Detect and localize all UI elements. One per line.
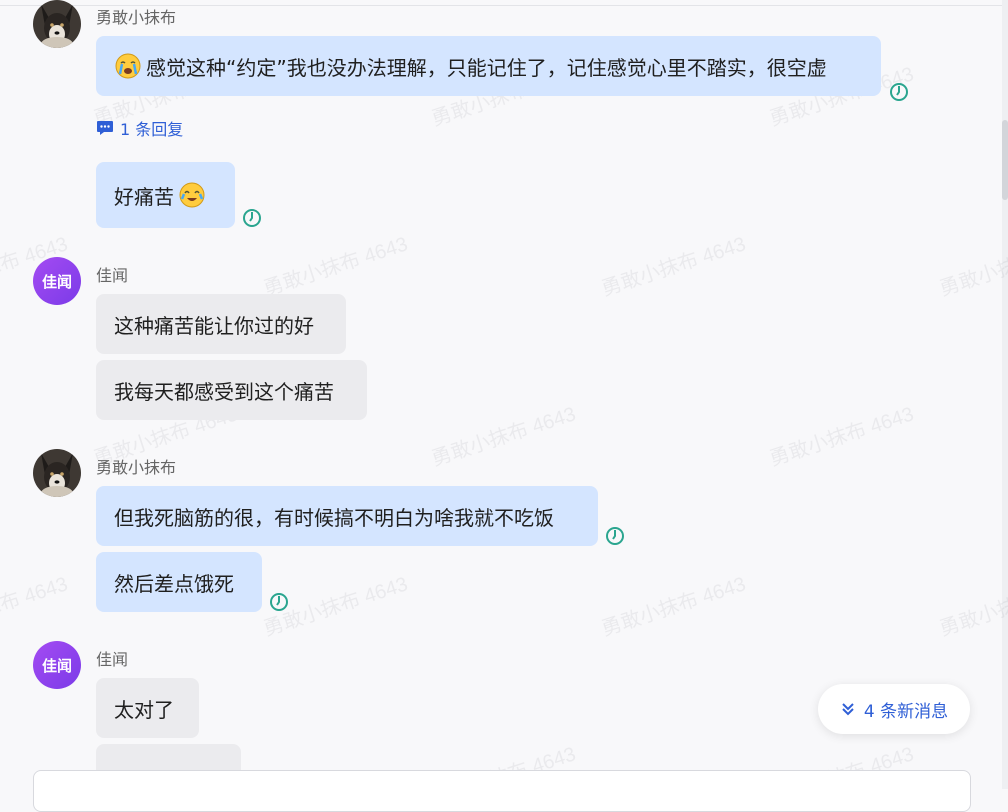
thread-reply-label: 1 条回复	[120, 120, 184, 139]
avatar[interactable]	[33, 449, 81, 497]
chat-bubble-icon	[97, 121, 113, 135]
watermark: 勇敢小抹布 4643	[261, 233, 411, 301]
watermark: 勇敢小抹布 4643	[767, 403, 917, 471]
double-chevron-down-icon	[842, 703, 854, 716]
sent-status-icon	[606, 527, 624, 545]
message-bubble[interactable]: 太对了	[96, 678, 199, 738]
avatar-label: 佳闻	[41, 272, 72, 291]
dog-avatar-icon	[33, 449, 81, 497]
new-messages-label: 4 条新消息	[863, 701, 949, 722]
message-bubble[interactable]: 感觉这种“约定”我也没办法理解，只能记住了，记住感觉心里不踏实，很空虚	[96, 36, 881, 96]
watermark: 勇敢小抹布 4643	[0, 573, 71, 641]
avatar[interactable]: 佳闻	[33, 257, 81, 305]
message-text: 感觉这种“约定”我也没办法理解，只能记住了，记住感觉心里不踏实，很空虚	[146, 55, 827, 80]
new-messages-button[interactable]: 4 条新消息	[818, 684, 970, 734]
thread-reply-link[interactable]: 1 条回复	[96, 117, 183, 139]
message-bubble[interactable]: 好痛苦	[96, 162, 235, 228]
sender-name: 佳闻	[96, 650, 129, 669]
avatar[interactable]: 佳闻	[33, 641, 81, 689]
message-text: 我每天都感受到这个痛苦	[114, 379, 334, 404]
message-composer[interactable]	[33, 770, 971, 812]
message-bubble[interactable]: 然后差点饿死	[96, 552, 262, 612]
dog-avatar-icon	[33, 0, 81, 48]
sender-name: 勇敢小抹布	[96, 8, 177, 27]
message-bubble[interactable]: 但我死脑筋的很，有时候搞不明白为啥我就不吃饭	[96, 486, 598, 546]
scrollbar-thumb[interactable]	[1002, 120, 1008, 200]
message-text: 但我死脑筋的很，有时候搞不明白为啥我就不吃饭	[114, 505, 554, 530]
watermark: 勇敢小抹布 4643	[937, 573, 1008, 641]
message-text: 好痛苦	[114, 184, 174, 209]
sent-status-icon	[890, 83, 908, 101]
avatar-label: 佳闻	[41, 656, 72, 675]
message-bubble[interactable]: 我每天都感受到这个痛苦	[96, 360, 367, 420]
watermark: 勇敢小抹布 4643	[937, 233, 1008, 301]
watermark: 勇敢小抹布 4643	[599, 233, 749, 301]
sent-status-icon	[243, 209, 261, 227]
avatar[interactable]	[33, 0, 81, 48]
crying-emoji-icon	[114, 52, 142, 80]
sender-name: 佳闻	[96, 266, 129, 285]
crying-laughing-emoji-icon	[178, 181, 206, 209]
watermark: 勇敢小抹布 4643	[599, 573, 749, 641]
sent-status-icon	[270, 593, 288, 611]
sender-name: 勇敢小抹布	[96, 458, 177, 477]
message-text: 然后差点饿死	[114, 571, 234, 596]
watermark: 勇敢小抹布 4643	[429, 403, 579, 471]
message-text: 太对了	[114, 697, 174, 722]
scrollbar-track[interactable]	[1002, 0, 1008, 789]
message-text: 这种痛苦能让你过的好	[114, 313, 314, 338]
message-bubble[interactable]: 这种痛苦能让你过的好	[96, 294, 346, 354]
